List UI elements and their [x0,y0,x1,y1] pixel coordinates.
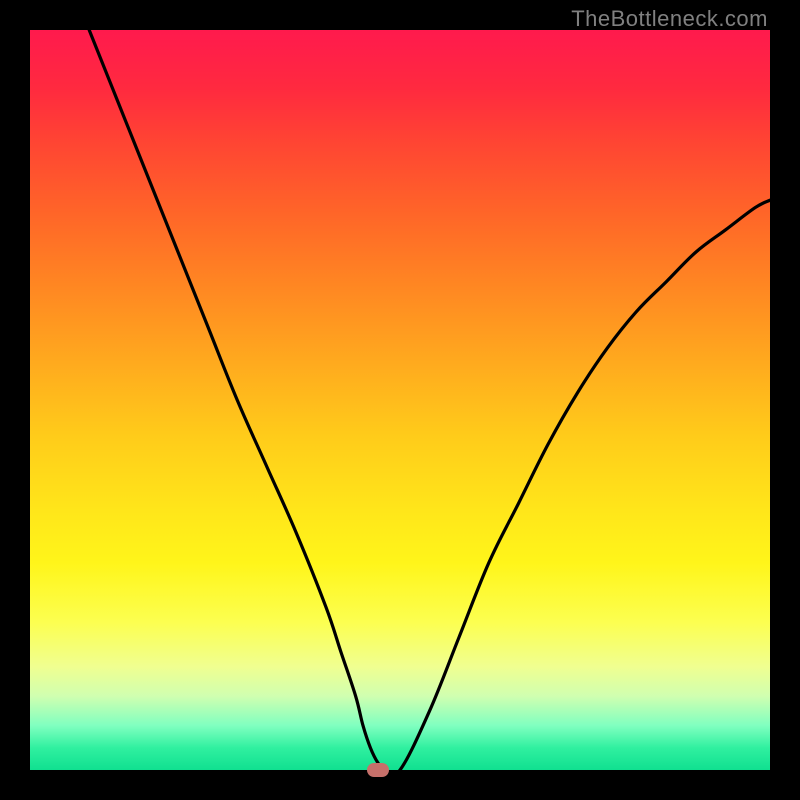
bottleneck-curve [30,30,770,770]
watermark-text: TheBottleneck.com [571,6,768,32]
optimal-marker [367,763,389,777]
chart-container: TheBottleneck.com [0,0,800,800]
plot-area [30,30,770,770]
